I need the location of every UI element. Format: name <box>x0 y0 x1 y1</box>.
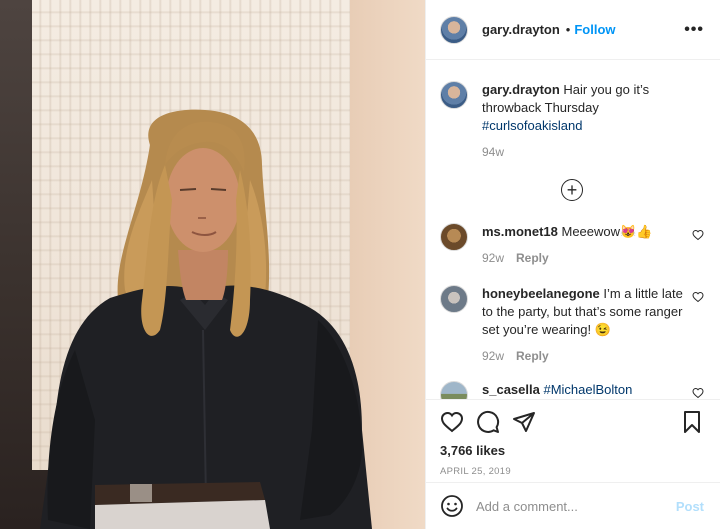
likes-count[interactable]: 3,766 likes <box>440 443 704 458</box>
comment-body: s_casella #MichaelBolton <box>482 381 696 399</box>
caption-meta: 94w <box>482 145 696 159</box>
comment-username[interactable]: ms.monet18 <box>482 224 558 239</box>
header-username[interactable]: gary.drayton <box>482 22 560 37</box>
comment-text: s_casella #MichaelBolton <box>482 381 696 399</box>
comment-item: ms.monet18 Meeewow😻👍 92w Reply <box>440 223 704 265</box>
post-header: gary.drayton • Follow ••• <box>426 0 720 60</box>
comment-like-heart-icon[interactable] <box>692 387 704 399</box>
emoji-icon[interactable] <box>440 494 464 518</box>
reply-button[interactable]: Reply <box>516 349 549 363</box>
bookmark-icon[interactable] <box>680 410 704 434</box>
caption-hashtag[interactable]: #curlsofoakisland <box>482 118 582 133</box>
comment-icon[interactable] <box>476 410 500 434</box>
comment-body: ms.monet18 Meeewow😻👍 92w Reply <box>482 223 696 265</box>
comment-meta: 92w Reply <box>482 349 696 363</box>
post-date: April 25, 2019 <box>440 466 511 477</box>
avatar[interactable] <box>440 15 468 44</box>
caption-age: 94w <box>482 145 505 159</box>
load-more-comments: + <box>440 179 704 201</box>
comment-body: honeybeelanegone I’m a little late to th… <box>482 285 696 363</box>
comment-like-heart-icon[interactable] <box>692 291 704 303</box>
post-photo[interactable] <box>0 0 425 529</box>
comment-meta: 92w Reply <box>482 251 696 265</box>
separator-dot: • <box>565 22 571 37</box>
plus-circle-icon[interactable]: + <box>561 179 583 201</box>
comment-username[interactable]: s_casella <box>482 382 540 397</box>
comment-hashtag[interactable]: #MichaelBolton <box>543 382 632 397</box>
share-icon[interactable] <box>512 410 536 434</box>
photo-person <box>40 109 372 529</box>
comment-input[interactable] <box>476 498 676 514</box>
comment-item: honeybeelanegone I’m a little late to th… <box>440 285 704 363</box>
comment-avatar[interactable] <box>440 223 468 251</box>
follow-button[interactable]: Follow <box>574 22 615 37</box>
comment-avatar[interactable] <box>440 285 468 313</box>
comment-age: 92w <box>482 251 505 265</box>
reply-button[interactable]: Reply <box>516 251 549 265</box>
comment-avatar[interactable] <box>440 381 468 399</box>
caption-username[interactable]: gary.drayton <box>482 82 560 97</box>
comment-username[interactable]: honeybeelanegone <box>482 286 600 301</box>
post-actions: 3,766 likes April 25, 2019 <box>426 399 720 477</box>
caption-body: gary.drayton Hair you go it’s throwback … <box>482 81 696 159</box>
post-side-panel: gary.drayton • Follow ••• gary.drayton H… <box>425 0 720 529</box>
comments-list[interactable]: gary.drayton Hair you go it’s throwback … <box>426 61 720 399</box>
comment-item: s_casella #MichaelBolton <box>440 381 704 399</box>
comment-age: 92w <box>482 349 505 363</box>
action-icons <box>440 408 704 436</box>
caption-avatar[interactable] <box>440 81 468 109</box>
comment-composer: Post <box>426 482 720 529</box>
caption-text: gary.drayton Hair you go it’s throwback … <box>482 81 696 135</box>
comment-like-heart-icon[interactable] <box>692 229 704 241</box>
caption: gary.drayton Hair you go it’s throwback … <box>440 81 704 159</box>
comment-text: honeybeelanegone I’m a little late to th… <box>482 285 696 339</box>
more-options-icon[interactable]: ••• <box>684 21 704 39</box>
comment-text: ms.monet18 Meeewow😻👍 <box>482 223 696 241</box>
post-comment-button[interactable]: Post <box>676 499 704 514</box>
comment-message: Meeewow😻👍 <box>557 224 653 239</box>
heart-icon[interactable] <box>440 410 464 434</box>
